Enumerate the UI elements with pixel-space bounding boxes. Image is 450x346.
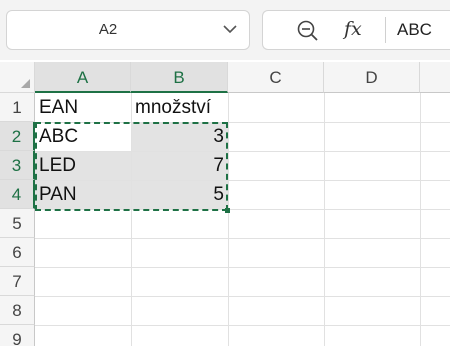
gridline [35, 296, 450, 297]
spreadsheet-grid: A B C D 1 2 3 4 5 6 7 8 9 ABC 3 LED 7 PA… [0, 62, 450, 346]
gridline [324, 93, 325, 346]
column-header-a[interactable]: A [35, 62, 131, 93]
cell-a1[interactable]: EAN [35, 93, 131, 122]
select-all-button[interactable] [0, 62, 35, 93]
row-header-1[interactable]: 1 [0, 93, 35, 122]
cell-b3[interactable]: 7 [131, 151, 228, 180]
column-header-c[interactable]: C [228, 62, 324, 93]
row-header-3[interactable]: 3 [0, 151, 35, 180]
row-header-9[interactable]: 9 [0, 325, 35, 346]
gridline [35, 151, 450, 152]
fill-handle[interactable] [225, 208, 230, 213]
cell-a2[interactable]: ABC [35, 122, 131, 151]
cell-a3[interactable]: LED [35, 151, 131, 180]
gridline [35, 325, 450, 326]
formula-toolbar: A2 fx ABC [0, 0, 450, 60]
cell-b2[interactable]: 3 [131, 122, 228, 151]
cell-a4[interactable]: PAN [35, 180, 131, 209]
cell-b1[interactable]: množství [131, 93, 228, 122]
gridline [35, 267, 450, 268]
gridline [420, 93, 421, 346]
gridline [228, 93, 229, 346]
formula-separator [385, 17, 386, 43]
column-header-d[interactable]: D [324, 62, 420, 93]
gridline [35, 180, 450, 181]
cell-b4[interactable]: 5 [131, 180, 228, 209]
gridline [35, 209, 450, 210]
name-box[interactable]: A2 [6, 10, 250, 50]
row-header-7[interactable]: 7 [0, 267, 35, 296]
row-header-6[interactable]: 6 [0, 238, 35, 267]
gridline [131, 93, 132, 346]
row-header-5[interactable]: 5 [0, 209, 35, 238]
fx-icon[interactable]: fx [344, 18, 362, 40]
row-header-4[interactable]: 4 [0, 180, 35, 209]
row-header-2[interactable]: 2 [0, 122, 35, 151]
select-all-triangle-icon [21, 79, 30, 88]
gridline [35, 122, 450, 123]
gridline [35, 238, 450, 239]
zoom-out-icon[interactable] [296, 19, 320, 43]
formula-value[interactable]: ABC [397, 20, 432, 40]
chevron-down-icon[interactable] [223, 24, 237, 34]
column-header-b[interactable]: B [131, 62, 228, 93]
column-header-e[interactable] [420, 62, 450, 93]
row-header-8[interactable]: 8 [0, 296, 35, 325]
name-box-value: A2 [98, 21, 118, 38]
